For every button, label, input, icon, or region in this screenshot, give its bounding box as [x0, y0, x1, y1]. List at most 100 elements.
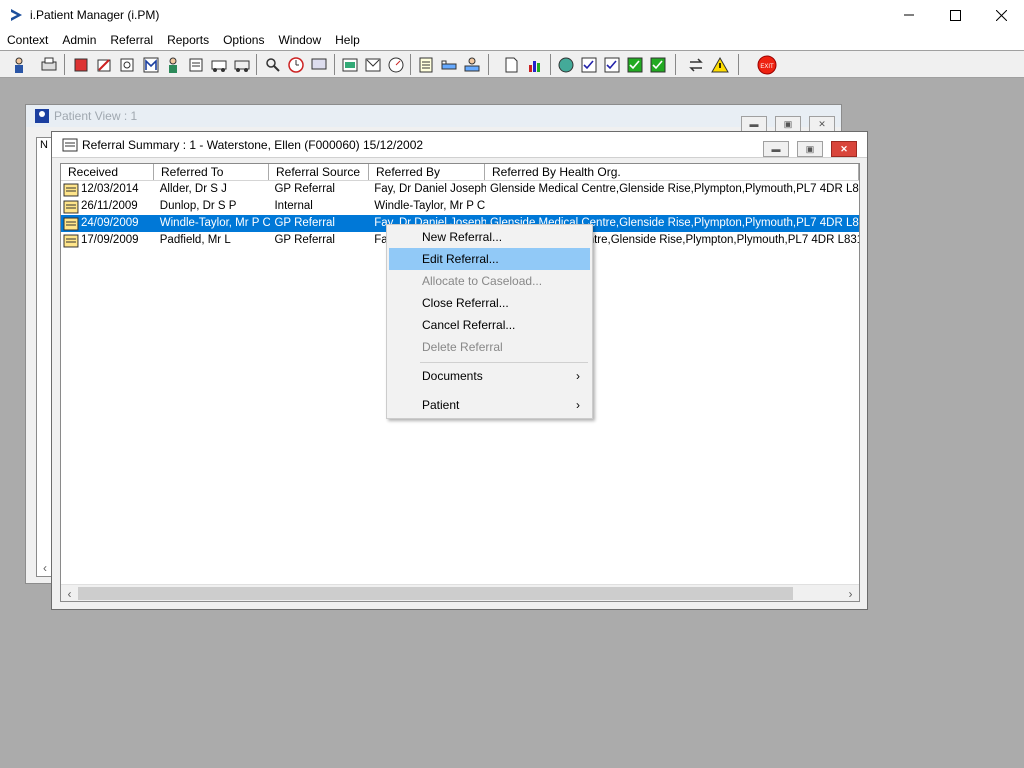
close-button[interactable] [978, 0, 1024, 30]
toolbar-chart-button[interactable] [524, 54, 545, 75]
menu-admin[interactable]: Admin [55, 30, 103, 50]
referral-summary-title: Referral Summary : 1 - Waterstone, Ellen… [82, 137, 424, 152]
toolbar-monitor-button[interactable] [308, 54, 329, 75]
toolbar-bed-button[interactable] [438, 54, 459, 75]
minimize-icon [904, 14, 914, 16]
menu-item-patient[interactable]: Patient › [389, 394, 590, 416]
toolbar-verify-button[interactable] [601, 54, 622, 75]
scrollbar-thumb[interactable] [78, 587, 793, 600]
toolbar: EXIT [0, 50, 1024, 78]
menu-item-patient-label: Patient [422, 398, 460, 412]
toolbar-find-button[interactable] [262, 54, 283, 75]
menu-item-new-referral[interactable]: New Referral... [389, 226, 590, 248]
horizontal-scrollbar[interactable]: ‹ › [61, 584, 859, 601]
menu-item-close-referral[interactable]: Close Referral... [389, 292, 590, 314]
toolbar-referral-button[interactable] [70, 54, 91, 75]
app-titlebar: i.Patient Manager (i.PM) [0, 0, 1024, 30]
toolbar-transfer-button[interactable] [231, 54, 252, 75]
close-icon: ✕ [840, 143, 848, 154]
list-icon [419, 57, 432, 72]
referral-list-header: Received Referred To Referral Source Ref… [61, 164, 859, 181]
column-referral-source[interactable]: Referral Source [269, 164, 369, 180]
column-received[interactable]: Received [61, 164, 154, 180]
toolbar-transport-button[interactable] [208, 54, 229, 75]
patient-view-list[interactable]: N ‹ [36, 137, 52, 577]
patient-view-minimize-button[interactable]: ▬ [741, 116, 767, 132]
maximize-button[interactable] [932, 0, 978, 30]
cell-health-org: Glenside Medical Centre,Glenside Rise,Pl… [489, 183, 859, 195]
column-referred-by-health-org[interactable]: Referred By Health Org. [485, 164, 859, 180]
toolbar-print-button[interactable] [38, 54, 59, 75]
menu-item-cancel-referral[interactable]: Cancel Referral... [389, 314, 590, 336]
toolbar-clinician-button[interactable] [162, 54, 183, 75]
clock-icon [287, 56, 304, 73]
referral-summary-maximize-button[interactable]: ▣ [797, 141, 823, 157]
menu-window[interactable]: Window [271, 30, 328, 50]
toolbar-clock-button[interactable] [285, 54, 306, 75]
close-icon [995, 9, 1007, 21]
table-row[interactable]: 12/03/2014 Allder, Dr S J GP Referral Fa… [61, 181, 859, 198]
cell-referral-source: GP Referral [274, 183, 335, 195]
toolbar-timer-button[interactable] [385, 54, 406, 75]
chevron-left-icon: ‹ [67, 586, 72, 601]
printer-icon [41, 57, 56, 70]
patient-view-close-button[interactable]: ✕ [809, 116, 835, 132]
menu-help[interactable]: Help [328, 30, 367, 50]
referral-summary-titlebar[interactable]: Referral Summary : 1 - Waterstone, Ellen… [52, 132, 867, 158]
bar-chart-icon [528, 60, 540, 72]
letter-icon [365, 58, 380, 71]
document-icon [505, 57, 517, 72]
toolbar-exit-button[interactable]: EXIT [756, 54, 777, 75]
menu-item-allocate-to-caseload: Allocate to Caseload... [422, 274, 543, 288]
cell-referred-by: Windle-Taylor, Mr P C [374, 200, 486, 212]
app-logo-icon [11, 9, 22, 21]
timer-icon [388, 57, 403, 72]
transfer-icon [234, 60, 249, 72]
minimize-icon: ▬ [749, 119, 759, 129]
toolbar-edit-referral-button[interactable] [93, 54, 114, 75]
patient-view-maximize-button[interactable]: ▣ [775, 116, 801, 132]
menu-context[interactable]: Context [0, 30, 55, 50]
referral-summary-icon [62, 138, 78, 151]
cell-referral-source: Internal [274, 200, 313, 212]
menu-referral[interactable]: Referral [103, 30, 160, 50]
toolbar-check-button[interactable] [578, 54, 599, 75]
column-referred-by[interactable]: Referred By [369, 164, 485, 180]
scroll-left-button[interactable]: ‹ [61, 585, 78, 602]
verify-icon [604, 57, 619, 72]
referral-summary-minimize-button[interactable]: ▬ [763, 141, 789, 157]
cell-referral-source: GP Referral [274, 234, 335, 246]
toolbar-approve-button[interactable] [624, 54, 645, 75]
minimize-button[interactable] [886, 0, 932, 30]
referral-summary-close-button[interactable]: ✕ [831, 141, 857, 157]
toolbar-search-button[interactable] [116, 54, 137, 75]
patient-view-titlebar[interactable]: Patient View : 1 ▬ ▣ ✕ [26, 105, 841, 132]
toolbar-list-button[interactable] [415, 54, 436, 75]
toolbar-schedule-button[interactable] [339, 54, 360, 75]
scroll-right-button[interactable]: › [842, 585, 859, 602]
svg-text:EXIT: EXIT [760, 64, 774, 70]
menu-options[interactable]: Options [216, 30, 271, 50]
menu-item-edit-referral[interactable]: Edit Referral... [389, 248, 590, 270]
menu-reports[interactable]: Reports [160, 30, 216, 50]
accept-icon [650, 57, 665, 72]
toolbar-m-button[interactable] [140, 54, 161, 75]
toolbar-document-button[interactable] [500, 54, 521, 75]
referral-row-icon [63, 200, 79, 213]
toolbar-accept-button[interactable] [647, 54, 668, 75]
cell-referred-to: Dunlop, Dr S P [159, 200, 237, 212]
toolbar-admit-button[interactable] [461, 54, 482, 75]
column-referred-to[interactable]: Referred To [154, 164, 269, 180]
toolbar-letter-button[interactable] [362, 54, 383, 75]
cell-referral-source: GP Referral [274, 217, 335, 229]
toolbar-swap-button[interactable] [685, 54, 706, 75]
toolbar-warning-button[interactable] [709, 54, 730, 75]
menu-item-delete-referral: Delete Referral [422, 340, 503, 354]
table-row[interactable]: 26/11/2009 Dunlop, Dr S P Internal Windl… [61, 198, 859, 215]
patient-view-column-header: N [40, 139, 48, 151]
toolbar-globe-button[interactable] [555, 54, 576, 75]
globe-icon [558, 57, 573, 72]
menu-item-documents[interactable]: Documents › [389, 365, 590, 387]
toolbar-patient-button[interactable] [8, 54, 29, 75]
toolbar-notes-button[interactable] [185, 54, 206, 75]
